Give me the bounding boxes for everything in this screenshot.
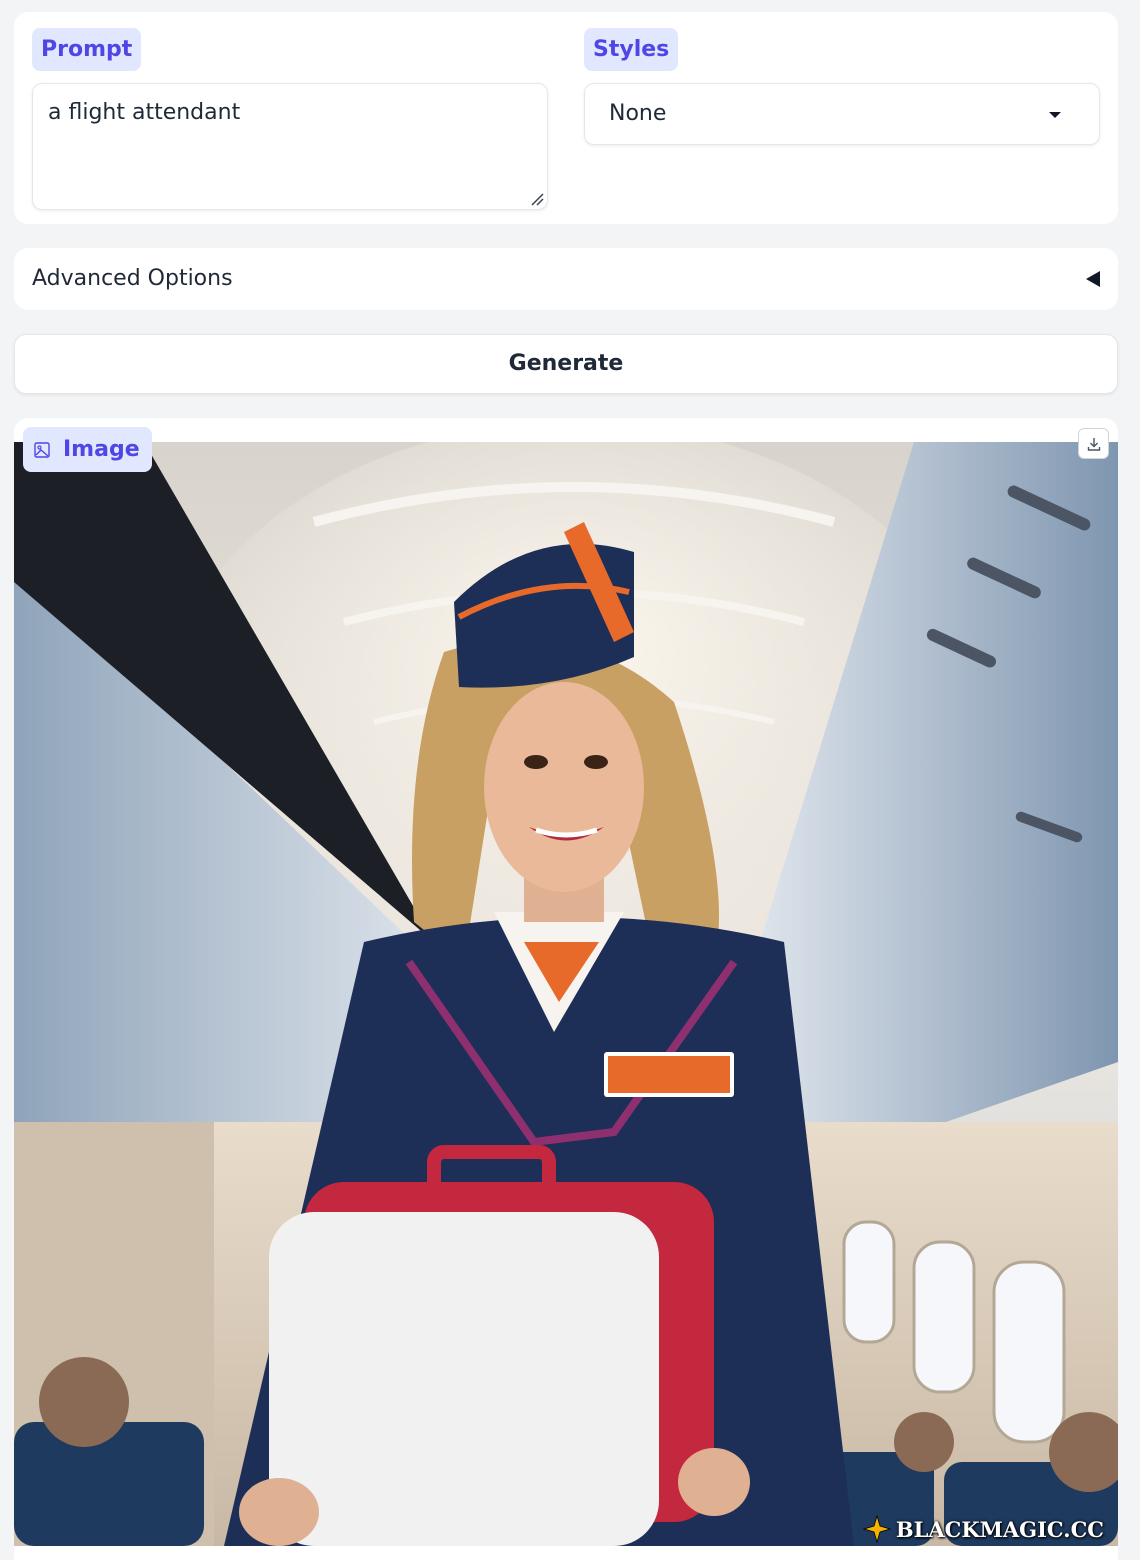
download-icon [1087, 437, 1100, 451]
styles-dropdown[interactable]: None [584, 83, 1100, 145]
styles-selected-value: None [609, 101, 667, 126]
generated-image [14, 442, 1118, 1546]
image-label-text: Image [63, 437, 140, 462]
advanced-options-accordion[interactable]: Advanced Options [14, 248, 1118, 310]
resize-handle-icon[interactable] [530, 192, 544, 206]
advanced-options-label: Advanced Options [32, 266, 233, 291]
prompt-text: a flight attendant [48, 100, 241, 125]
generate-button[interactable]: Generate [14, 334, 1118, 394]
styles-label: Styles [584, 28, 679, 71]
watermark: BLACKMAGIC.CC [862, 1514, 1104, 1544]
prompt-label: Prompt [32, 28, 142, 71]
prompt-input[interactable]: a flight attendant [32, 83, 548, 210]
chevron-down-icon [1049, 112, 1061, 118]
prompt-styles-block: Prompt Styles a flight attendant None [14, 12, 1118, 224]
collapse-arrow-icon [1086, 271, 1100, 287]
sparkle-icon [862, 1514, 892, 1544]
image-output-panel: Image BLACKMAGIC.CC [14, 418, 1118, 1560]
watermark-text: BLACKMAGIC.CC [895, 1516, 1104, 1542]
download-button[interactable] [1078, 428, 1109, 459]
image-icon [34, 441, 50, 458]
image-label: Image [23, 427, 152, 472]
